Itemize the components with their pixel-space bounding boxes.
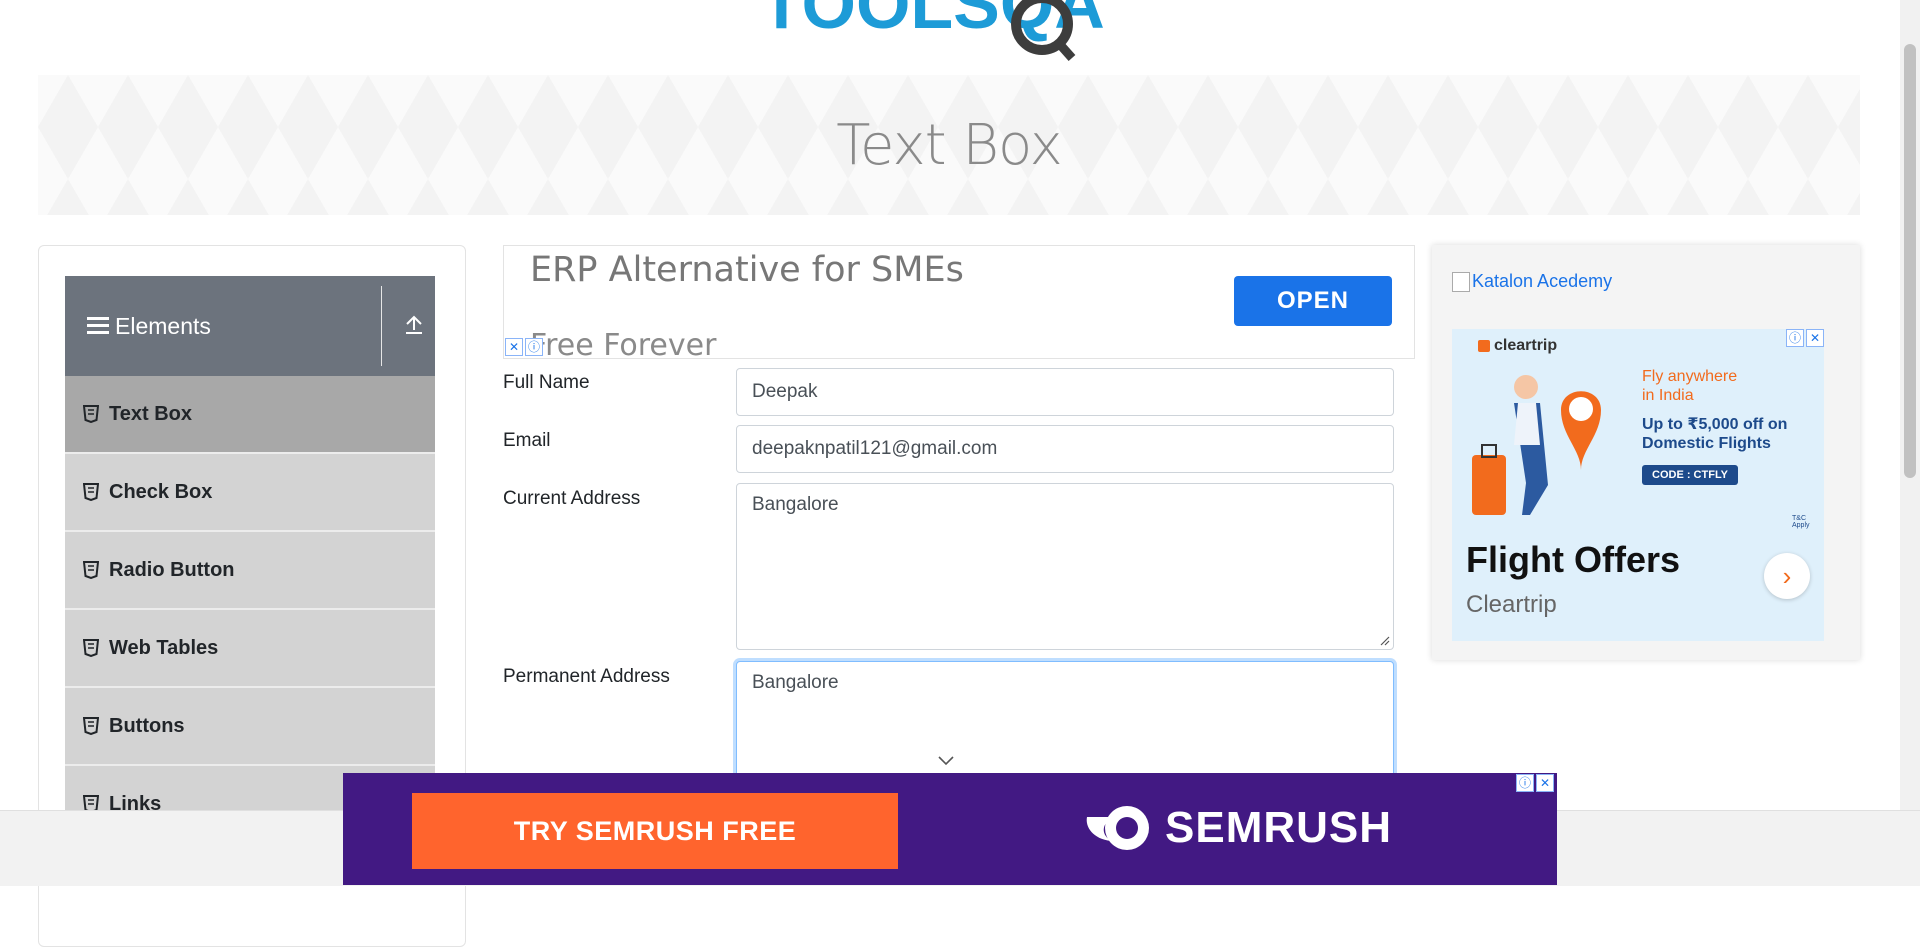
scrollbar-thumb[interactable] xyxy=(1904,44,1916,478)
cleartrip-promo-code: CODE : CTFLY xyxy=(1642,465,1738,485)
ad-close-icon[interactable]: ✕ xyxy=(1536,774,1554,792)
semrush-advertisement[interactable]: TRY SEMRUSH FREE SEMRUSH xyxy=(343,773,1557,885)
ad-subline: Free Forever xyxy=(530,328,717,359)
sidebar-item-label: Text Box xyxy=(109,402,192,425)
sidebar-item-radio-button[interactable]: Radio Button xyxy=(65,532,435,610)
cleartrip-fly-text: Fly anywhere in India xyxy=(1642,368,1738,404)
right-ad-panel: Katalon Acedemy cleartrip Fly anywhere i… xyxy=(1432,245,1860,660)
cleartrip-offer-text: Up to ₹5,000 off on Domestic Flights xyxy=(1642,416,1788,452)
page-banner: Text Box xyxy=(38,75,1860,215)
page-title: Text Box xyxy=(836,112,1062,178)
top-advertisement[interactable]: ERP Alternative for SMEs Free Forever OP… xyxy=(503,245,1415,359)
html5-icon xyxy=(83,561,99,579)
full-name-label: Full Name xyxy=(503,372,590,393)
sidebar-item-label: Radio Button xyxy=(109,558,235,581)
full-name-input[interactable]: Deepak xyxy=(736,368,1394,416)
semrush-flame-icon xyxy=(1086,806,1149,850)
katalon-alt-text: Katalon Acedemy xyxy=(1472,271,1613,291)
elements-group-header[interactable]: Elements xyxy=(65,276,435,376)
ad-controls: ✕ ⓘ xyxy=(505,338,543,356)
logo-text: TOOLSQA xyxy=(760,0,1105,43)
cleartrip-tnc: T&C Apply xyxy=(1792,515,1810,529)
ad-info-icon[interactable]: ⓘ xyxy=(1516,774,1534,792)
sidebar-item-check-box[interactable]: Check Box xyxy=(65,454,435,532)
katalon-ad-link[interactable]: Katalon Acedemy xyxy=(1452,271,1612,292)
collapse-up-icon[interactable] xyxy=(403,314,425,336)
permanent-address-textarea[interactable]: Bangalore xyxy=(736,661,1394,781)
cleartrip-subtitle: Cleartrip xyxy=(1466,591,1557,618)
broken-image-icon xyxy=(1452,271,1470,292)
cleartrip-logo: cleartrip xyxy=(1478,337,1557,355)
header-divider xyxy=(381,286,382,366)
sidebar-item-text-box[interactable]: Text Box xyxy=(65,376,435,454)
cleartrip-title: Flight Offers xyxy=(1466,539,1680,580)
ad-info-icon[interactable]: ⓘ xyxy=(1786,329,1804,347)
html5-icon xyxy=(83,639,99,657)
ad-headline: ERP Alternative for SMEs xyxy=(530,250,964,290)
semrush-cta-button[interactable]: TRY SEMRUSH FREE xyxy=(412,793,898,869)
current-address-textarea[interactable]: Bangalore xyxy=(736,483,1394,650)
html5-icon xyxy=(83,483,99,501)
ad-controls: ⓘ ✕ xyxy=(1516,774,1554,792)
ad-controls: ⓘ ✕ xyxy=(1786,329,1824,347)
traveller-illustration xyxy=(1472,375,1601,515)
ad-close-icon[interactable]: ✕ xyxy=(1806,329,1824,347)
permanent-address-value: Bangalore xyxy=(752,672,839,693)
email-label: Email xyxy=(503,430,551,451)
menu-icon xyxy=(87,317,109,335)
sidebar-item-web-tables[interactable]: Web Tables xyxy=(65,610,435,688)
sidebar-item-buttons[interactable]: Buttons xyxy=(65,688,435,766)
ad-info-icon[interactable]: ⓘ xyxy=(525,338,543,356)
elements-group-title: Elements xyxy=(115,312,211,339)
current-address-value: Bangalore xyxy=(752,494,839,515)
cleartrip-ad[interactable]: cleartrip Fly anywhere in India Up to ₹5… xyxy=(1452,329,1824,641)
sidebar-item-label: Buttons xyxy=(109,714,185,737)
html5-icon xyxy=(83,717,99,735)
chevron-down-icon[interactable] xyxy=(937,754,955,766)
ad-open-button[interactable]: OPEN xyxy=(1234,276,1392,326)
semrush-brand-text: SEMRUSH xyxy=(1165,803,1393,852)
html5-icon xyxy=(83,405,99,423)
resize-handle-icon[interactable] xyxy=(1380,636,1390,646)
permanent-address-label: Permanent Address xyxy=(503,666,670,687)
email-input[interactable]: deepaknpatil121@gmail.com xyxy=(736,425,1394,473)
chevron-right-icon[interactable]: › xyxy=(1764,553,1810,599)
ad-close-icon[interactable]: ✕ xyxy=(505,338,523,356)
current-address-label: Current Address xyxy=(503,488,641,509)
toolsqa-logo[interactable]: TOOLSQA xyxy=(760,0,1160,62)
sidebar-item-label: Check Box xyxy=(109,480,213,503)
semrush-logo: SEMRUSH xyxy=(1083,803,1392,853)
sidebar-item-label: Web Tables xyxy=(109,636,219,659)
